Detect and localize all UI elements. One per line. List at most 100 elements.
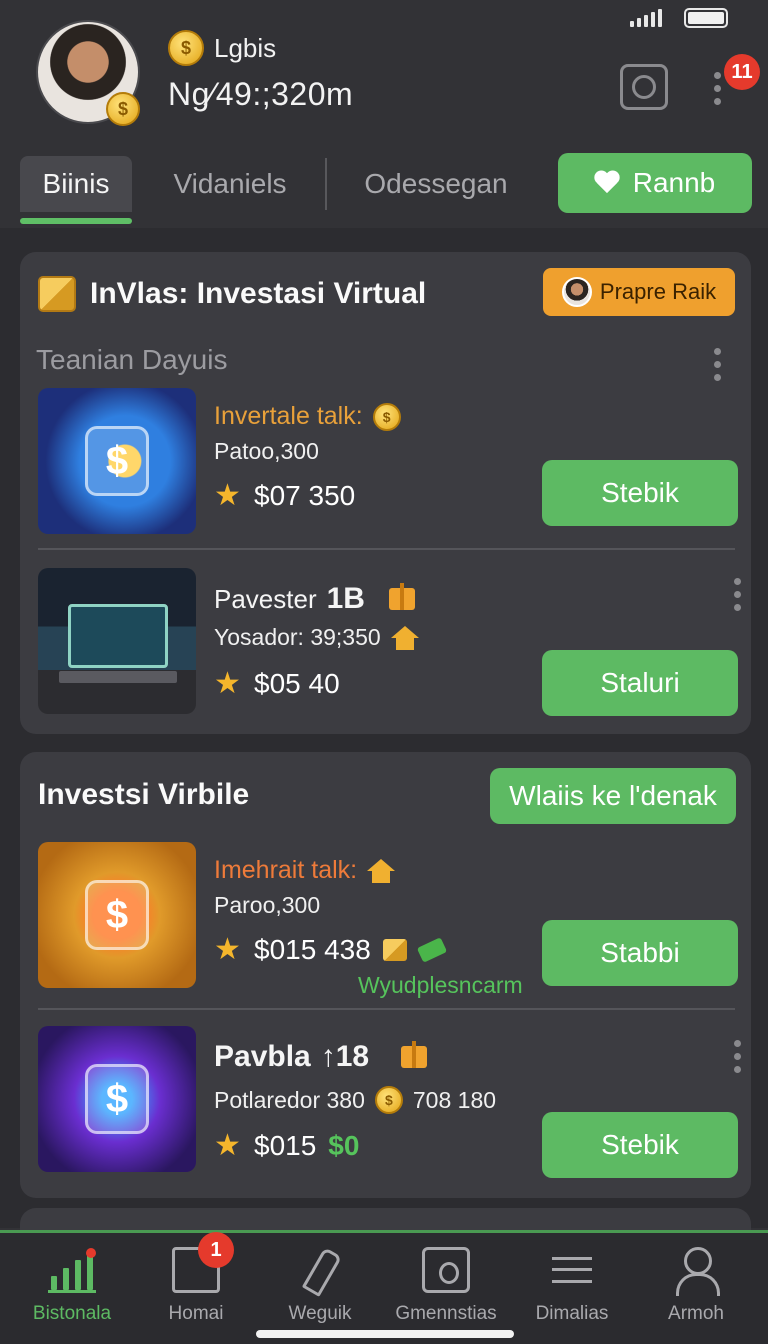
item-price: ★ $05 40: [214, 668, 340, 700]
item-title-number: ↑18: [320, 1040, 370, 1073]
item-subtitle-extra: 708 180: [412, 1086, 497, 1113]
item-price-value: $05 40: [254, 668, 340, 699]
coin-icon: $: [372, 402, 401, 431]
menu-icon: [548, 1247, 596, 1293]
list-item: $ Imehrait talk: Paroo,300 ★ $015 438 Wy…: [38, 842, 738, 998]
nav-item-gmennstias[interactable]: Gmennstias: [382, 1247, 510, 1325]
user-name-label: Lgbis: [214, 32, 277, 63]
avatar-icon: [561, 277, 592, 307]
house-icon: [367, 858, 396, 883]
item-price-value: $07 350: [254, 480, 356, 511]
investment-thumbnail: [38, 568, 196, 714]
balance-value: Ng⁄49:;320m: [168, 76, 354, 112]
item-price-value: $015: [254, 1130, 317, 1161]
status-bar: [630, 8, 728, 28]
item-title-text: Invertale talk:: [214, 402, 363, 430]
item-more-icon[interactable]: [734, 1040, 741, 1073]
item-subtitle-text: Yosador: 39;350: [214, 624, 381, 650]
nav-item-dimalias[interactable]: Dimalias: [508, 1247, 636, 1325]
house-icon: [390, 625, 419, 650]
gift-icon: [401, 1041, 428, 1068]
item-title: Pavbla ↑18: [214, 1040, 428, 1074]
dollar-icon: $: [85, 426, 149, 496]
investment-thumbnail: $: [38, 1026, 196, 1172]
item-action-button[interactable]: Stabbi: [542, 920, 738, 986]
coin-icon: $: [106, 92, 140, 126]
clipboard-icon: [422, 1247, 470, 1293]
more-menu-icon[interactable]: [714, 72, 721, 105]
section-label: Teanian Dayuis: [36, 344, 228, 375]
item-title: Imehrait talk:: [214, 856, 396, 885]
nav-item-armoh[interactable]: Armoh: [632, 1247, 760, 1325]
card-title: Investsi Virbile: [38, 778, 250, 811]
dollar-icon: $: [85, 1064, 149, 1134]
star-icon: ★: [214, 1129, 241, 1162]
item-title: Invertale talk: $: [214, 402, 401, 431]
item-subtitle: Yosador: 39;350: [214, 624, 419, 651]
section-more-icon[interactable]: [714, 348, 721, 381]
tab-bar: Biinis Vidaniels Odessegan Rannb: [0, 150, 768, 230]
item-title-text: Pavbla: [214, 1040, 311, 1073]
item-price: ★ $015 $0: [214, 1130, 359, 1162]
tab-odessegan[interactable]: Odessegan: [346, 156, 526, 212]
user-name: $ Lgbis: [168, 30, 276, 66]
star-icon: ★: [214, 667, 241, 700]
home-indicator[interactable]: [256, 1330, 514, 1338]
item-price-extra: $0: [328, 1130, 360, 1161]
item-title-text: Pavester: [214, 583, 317, 614]
cube-icon: [382, 939, 407, 961]
list-item: Pavester 1B Yosador: 39;350 ★ $05 40 Sta…: [38, 568, 741, 716]
item-price: ★ $07 350: [214, 480, 355, 512]
investment-card-virtual: InVlas: Investasi Virtual Prapre Raik Te…: [20, 252, 751, 734]
item-price: ★ $015 438: [214, 934, 447, 966]
list-item: $ Pavbla ↑18 Potlaredor 380 $ 708 180 ★ …: [38, 1026, 741, 1178]
bottom-nav: Bistonala Homai Weguik Gmennstias Dimali…: [0, 1230, 768, 1344]
tab-divider: [325, 158, 327, 210]
nav-item-bistonala[interactable]: Bistonala: [8, 1247, 136, 1325]
coin-icon: $: [168, 30, 204, 66]
signal-icon: [630, 9, 662, 27]
star-icon: ★: [214, 479, 241, 512]
nav-label: Weguik: [288, 1303, 352, 1324]
item-action-button[interactable]: Staluri: [542, 650, 738, 716]
dollar-icon: $: [85, 880, 149, 950]
nav-label: Dimalias: [535, 1303, 609, 1324]
card-action-button[interactable]: Wlaiis ke l'denak: [490, 768, 736, 824]
nav-label: Bistonala: [32, 1303, 112, 1324]
prapre-raik-button[interactable]: Prapre Raik: [543, 268, 735, 316]
item-action-button[interactable]: Stebik: [542, 460, 738, 526]
tab-biinis[interactable]: Biinis: [20, 156, 132, 224]
item-title-text: Imehrait talk:: [214, 856, 358, 884]
investment-thumbnail: $: [38, 388, 196, 534]
rannb-button-label: Rannb: [632, 167, 716, 198]
heart-icon: [595, 171, 621, 195]
item-action-button[interactable]: Stebik: [542, 1112, 738, 1178]
nav-label: Homai: [168, 1303, 224, 1324]
item-subtitle: Paroo,300: [214, 892, 321, 918]
card-title-text: InVlas: Investasi Virtual: [90, 277, 427, 310]
nav-label: Armoh: [668, 1303, 724, 1324]
rannb-button[interactable]: Rannb: [558, 153, 752, 213]
nav-item-weguik[interactable]: Weguik: [256, 1247, 384, 1325]
item-subtitle: Patoo,300: [214, 438, 319, 464]
divider: [38, 548, 735, 550]
nav-label: Gmennstias: [395, 1303, 497, 1324]
notification-dot: [86, 1248, 96, 1258]
item-more-icon[interactable]: [734, 578, 741, 611]
investment-card-virbile: Investsi Virbile Wlaiis ke l'denak $ Ime…: [20, 752, 751, 1198]
card-title: InVlas: Investasi Virtual: [38, 276, 426, 312]
pen-icon: [296, 1247, 344, 1293]
camera-icon[interactable]: [620, 64, 668, 110]
battery-icon: [684, 8, 728, 28]
nav-badge: 1: [198, 1232, 234, 1268]
user-icon: [672, 1247, 720, 1296]
notification-badge[interactable]: 11: [724, 54, 760, 90]
list-item: $ Invertale talk: $ Patoo,300 ★ $07 350 …: [38, 388, 738, 536]
gift-icon: [388, 583, 415, 610]
nav-item-homai[interactable]: Homai: [132, 1247, 260, 1325]
divider: [38, 1008, 735, 1010]
tab-vidaniels[interactable]: Vidaniels: [150, 156, 310, 212]
investment-thumbnail: $: [38, 842, 196, 988]
item-note: Wyudplesncarm: [358, 972, 523, 998]
laptop-icon: [59, 604, 177, 683]
